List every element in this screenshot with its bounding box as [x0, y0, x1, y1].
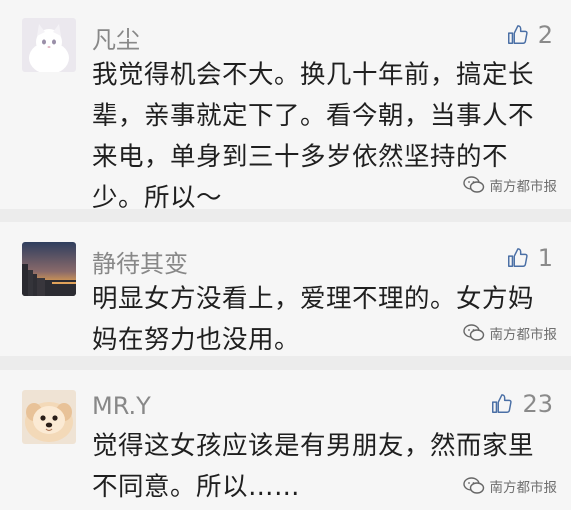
- watermark-label: 南方都市报: [489, 327, 558, 343]
- like-count: 2: [537, 21, 553, 49]
- like-button[interactable]: 23: [490, 389, 553, 419]
- like-count: 23: [522, 390, 553, 418]
- avatar[interactable]: [22, 18, 76, 72]
- watermark: 南方都市报: [462, 323, 558, 343]
- city-sunset-avatar-image: [22, 242, 76, 296]
- username[interactable]: MR.Y: [92, 392, 151, 420]
- wechat-logo-icon: [462, 324, 484, 341]
- like-count: 1: [537, 244, 553, 272]
- username[interactable]: 凡尘: [92, 20, 140, 55]
- username[interactable]: 静待其变: [92, 244, 188, 279]
- wechat-logo-icon: [462, 176, 484, 193]
- like-button[interactable]: 2: [506, 20, 553, 50]
- watermark: 南方都市报: [462, 175, 558, 195]
- like-button[interactable]: 1: [506, 243, 553, 273]
- avatar[interactable]: [22, 390, 76, 444]
- thumbs-up-icon: [507, 248, 528, 267]
- comment-text: 明显女方没看上，爱理不理的。女方妈妈在努力也没用。: [92, 284, 535, 355]
- watermark: 南方都市报: [462, 476, 558, 496]
- watermark-label: 南方都市报: [489, 480, 558, 496]
- wechat-logo-icon: [462, 477, 484, 494]
- watermark-label: 南方都市报: [489, 179, 558, 195]
- thumbs-up-icon: [492, 394, 513, 413]
- puppy-avatar-image: [22, 390, 76, 444]
- thumbs-up-icon: [507, 25, 528, 44]
- cat-avatar-image: [22, 18, 76, 72]
- avatar[interactable]: [22, 242, 76, 296]
- comment-feed: 凡尘 2 我觉得机会不大。换几十年前，搞定长辈，亲事就定下了。看今朝，当事人不来…: [0, 0, 571, 510]
